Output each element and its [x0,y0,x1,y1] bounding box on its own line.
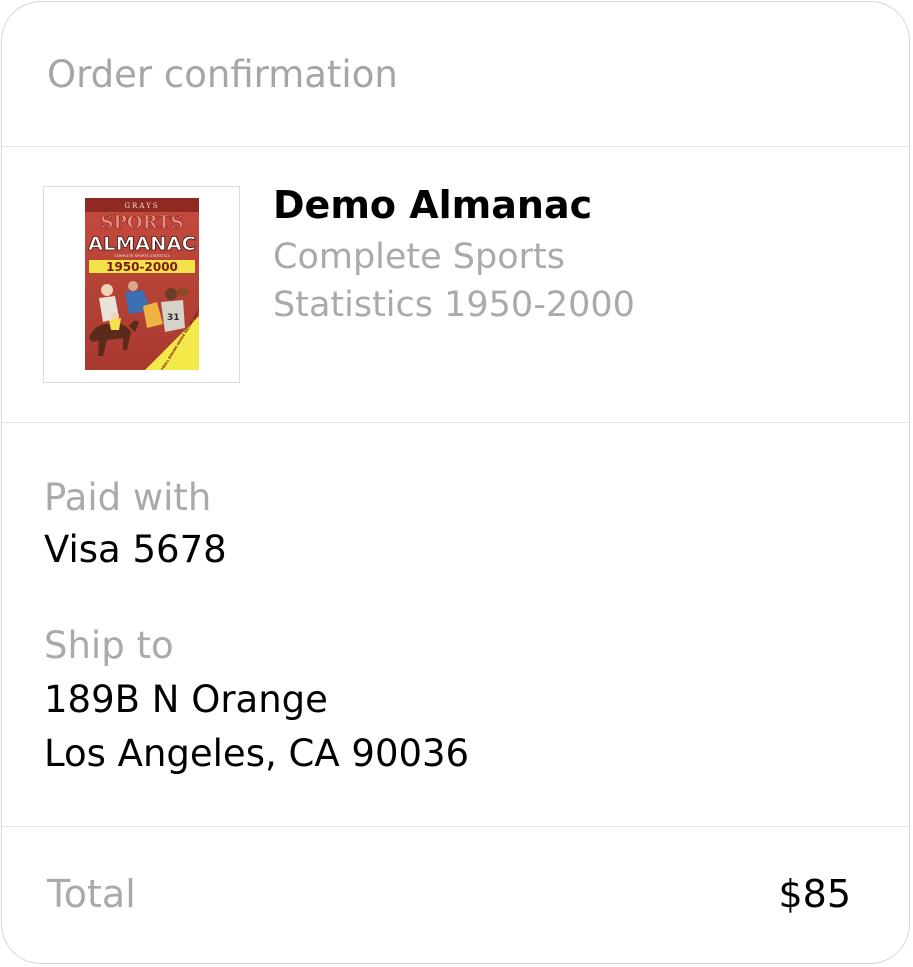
order-details: Paid with Visa 5678 Ship to 189B N Orang… [2,423,909,827]
shipping-address-line2: Los Angeles, CA 90036 [44,732,470,775]
almanac-cover-image: GRAYS SPORTS ALMANAC COMPLETE SPORTS STA… [85,198,199,370]
payment-label: Paid with [44,476,212,519]
order-confirmation-card: Order confirmation GRAYS SPORTS ALMANAC … [1,1,910,964]
order-total: Total $85 [2,827,909,963]
payment-method: Visa 5678 [44,528,227,571]
page-title: Order confirmation [47,53,398,96]
cover-title-main: ALMANAC [88,233,196,255]
product-summary: GRAYS SPORTS ALMANAC COMPLETE SPORTS STA… [2,147,909,423]
cover-years: 1950-2000 [106,260,178,274]
shipping-label: Ship to [44,624,174,667]
total-amount: $85 [778,872,851,916]
cover-subtitle: COMPLETE SPORTS STATISTICS [114,254,170,258]
cover-publisher: GRAYS [124,202,159,210]
product-description: Complete Sports Statistics 1950-2000 [273,237,635,325]
product-thumbnail[interactable]: GRAYS SPORTS ALMANAC COMPLETE SPORTS STA… [43,186,240,383]
product-name: Demo Almanac [273,183,593,227]
cover-title-top: SPORTS [100,212,183,233]
shipping-address-line1: 189B N Orange [44,678,328,721]
svg-text:31: 31 [167,313,180,323]
card-header: Order confirmation [2,2,909,147]
total-label: Total [47,872,136,916]
